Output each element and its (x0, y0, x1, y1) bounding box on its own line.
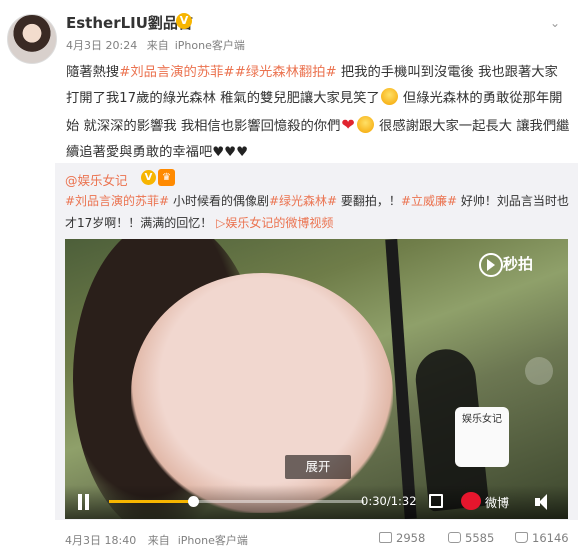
kiss-emoji-icon (356, 116, 374, 133)
share-count: 2958 (396, 531, 426, 545)
like-icon (515, 532, 528, 543)
video-controls: 0:30/1:32 微博 (65, 485, 568, 519)
repost-text: #刘品言演的苏菲# 小时候看的偶像剧#绿光森林# 要翻拍，！#立威廉# 好帅！刘… (65, 190, 570, 234)
video-player[interactable]: 秒拍 娱乐女记 展开 0:30/1:32 微博 (65, 239, 568, 519)
post-footer: 4月3日 18:40 来自 iPhone客户端 2958 5585 16146 (0, 520, 578, 559)
post-source: iPhone客户端 (174, 39, 245, 52)
comment-count: 5585 (465, 531, 495, 545)
chevron-down-icon[interactable]: ⌄ (550, 16, 566, 30)
video-frame-face (131, 273, 393, 513)
like-count: 16146 (532, 531, 569, 545)
repost-hashtag-2[interactable]: #绿光森林# (269, 194, 337, 208)
post-meta: 4月3日 20:24 来自 iPhone客户端 (66, 37, 251, 53)
post-text: 隨著熱搜#刘品言演的苏菲##绿光森林翻拍# 把我的手機叫到沒電後 我也跟著大家打… (66, 60, 571, 166)
video-link-icon[interactable]: ▷ (216, 216, 225, 230)
repost-username[interactable]: @娱乐女记 (65, 170, 128, 189)
repost-text-1: 小时候看的偶像剧 (172, 194, 269, 208)
share-stat[interactable]: 2958 (379, 531, 425, 545)
share-icon (379, 532, 392, 543)
progress-fill (109, 500, 194, 503)
play-circle-icon (479, 253, 503, 277)
weibo-label: 微博 (485, 496, 510, 510)
progress-bar[interactable] (109, 496, 364, 507)
repost-text-2: 要翻拍，！ (340, 194, 401, 208)
repost-meta: 4月3日 18:40 来自 iPhone客户端 (65, 532, 256, 548)
comment-icon (448, 532, 461, 543)
laugh-emoji-icon (380, 88, 398, 105)
volume-icon[interactable] (535, 494, 551, 510)
repost-hashtag-1[interactable]: #刘品言演的苏菲# (65, 194, 169, 208)
post-date[interactable]: 4月3日 20:24 (66, 39, 137, 52)
fullscreen-icon[interactable] (429, 494, 443, 508)
avatar[interactable] (7, 14, 57, 64)
repost-source: iPhone客户端 (177, 534, 248, 547)
source-prefix: 来自 (146, 39, 169, 52)
vip-crown-icon: ♛ (158, 169, 175, 186)
repost-hashtag-3[interactable]: #立威廉# (401, 194, 457, 208)
expand-button[interactable]: 展开 (285, 455, 351, 479)
video-overlay-circle (525, 357, 553, 385)
repost-source-prefix: 来自 (147, 534, 170, 547)
verified-badge-icon: V (141, 170, 156, 185)
like-stat[interactable]: 16146 (515, 531, 569, 545)
video-time: 0:30/1:32 (361, 494, 417, 508)
repost-card: @娱乐女记 V ♛ #刘品言演的苏菲# 小时候看的偶像剧#绿光森林# 要翻拍，！… (55, 163, 578, 520)
pause-icon[interactable] (77, 494, 91, 510)
comment-stat[interactable]: 5585 (448, 531, 494, 545)
repost-date[interactable]: 4月3日 18:40 (65, 534, 136, 547)
heart-emoji-icon: ❤ (341, 115, 355, 134)
weibo-logo-icon (461, 492, 481, 510)
hashtag-1[interactable]: #刘品言演的苏菲# (119, 65, 234, 80)
black-hearts: ♥♥♥ (212, 145, 249, 160)
overlay-logo: 娱乐女记 (455, 407, 509, 467)
post-text-1: 隨著熱搜 (66, 65, 120, 80)
video-watermark: 秒拍 (503, 255, 534, 273)
username[interactable]: EstherLIU劉品言 (66, 12, 193, 33)
verified-badge-icon: V (176, 13, 192, 29)
hashtag-2[interactable]: #绿光森林翻拍# (235, 65, 337, 80)
video-link[interactable]: 娱乐女记的微博视频 (225, 216, 333, 230)
progress-handle[interactable] (188, 496, 200, 507)
